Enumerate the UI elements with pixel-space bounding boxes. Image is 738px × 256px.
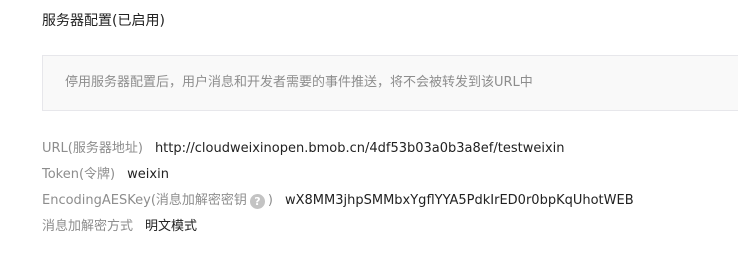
encoding-aes-key-label: EncodingAESKey(消息加解密密钥 ? ) xyxy=(42,190,273,212)
encryption-mode-label: 消息加解密方式 xyxy=(42,219,134,234)
encoding-aes-key-value: wX8MM3jhpSMMbxYgflYYA5PdkIrED0r0bpKqUhot… xyxy=(285,193,634,208)
url-row: URL(服务器地址) http://cloudweixinopen.bmob.c… xyxy=(42,136,738,162)
token-label: Token(令牌) xyxy=(42,167,116,182)
encoding-aes-key-label-text: EncodingAESKey(消息加解密密钥 xyxy=(42,193,247,208)
encoding-aes-key-label-close: ) xyxy=(267,193,273,208)
section-title: 服务器配置(已启用) xyxy=(42,13,165,29)
server-config-details: URL(服务器地址) http://cloudweixinopen.bmob.c… xyxy=(42,136,738,240)
notice-text: 停用服务器配置后，用户消息和开发者需要的事件推送，将不会被转发到该URL中 xyxy=(65,75,533,90)
notice-box: 停用服务器配置后，用户消息和开发者需要的事件推送，将不会被转发到该URL中 xyxy=(42,55,738,111)
url-value: http://cloudweixinopen.bmob.cn/4df53b03a… xyxy=(154,141,565,156)
url-label: URL(服务器地址) xyxy=(42,141,143,156)
encryption-mode-row: 消息加解密方式 明文模式 xyxy=(42,214,738,240)
token-value: weixin xyxy=(127,167,169,182)
help-icon[interactable]: ? xyxy=(249,193,265,209)
encoding-aes-key-row: EncodingAESKey(消息加解密密钥 ? ) wX8MM3jhpSMMb… xyxy=(42,188,738,214)
token-row: Token(令牌) weixin xyxy=(42,162,738,188)
encryption-mode-value: 明文模式 xyxy=(145,219,198,234)
